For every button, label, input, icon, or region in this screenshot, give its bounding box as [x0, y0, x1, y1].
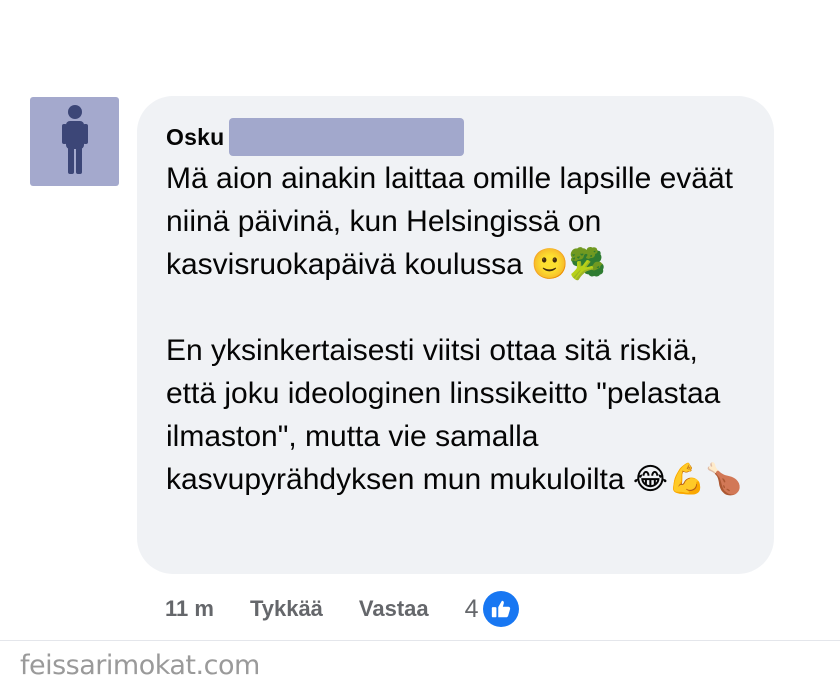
thumbs-up-icon: [491, 600, 510, 618]
comment-timestamp[interactable]: 11 m: [165, 596, 214, 622]
author-name[interactable]: Osku: [166, 124, 224, 151]
like-button[interactable]: Tykkää: [250, 596, 323, 622]
reply-button[interactable]: Vastaa: [359, 596, 429, 622]
avatar[interactable]: [30, 97, 119, 186]
comment-paragraph-1: Mä aion ainakin laittaa omille lapsille …: [166, 162, 733, 281]
comment-paragraph-2: En yksinkertaisesti viitsi ottaa sitä ri…: [166, 334, 743, 496]
comment-bubble: Osku Mä aion ainakin laittaa omille laps…: [137, 96, 774, 574]
reaction-badge[interactable]: [482, 591, 519, 627]
person-silhouette-icon: [62, 105, 88, 174]
comment-header: Osku: [166, 118, 746, 156]
comment-text: Mä aion ainakin laittaa omille lapsille …: [166, 157, 746, 501]
watermark-text: feissarimokat.com: [20, 650, 260, 681]
redacted-surname: [229, 118, 465, 156]
reaction-count[interactable]: 4: [465, 595, 479, 624]
comment-actions: 11 m Tykkää Vastaa 4: [165, 591, 519, 627]
